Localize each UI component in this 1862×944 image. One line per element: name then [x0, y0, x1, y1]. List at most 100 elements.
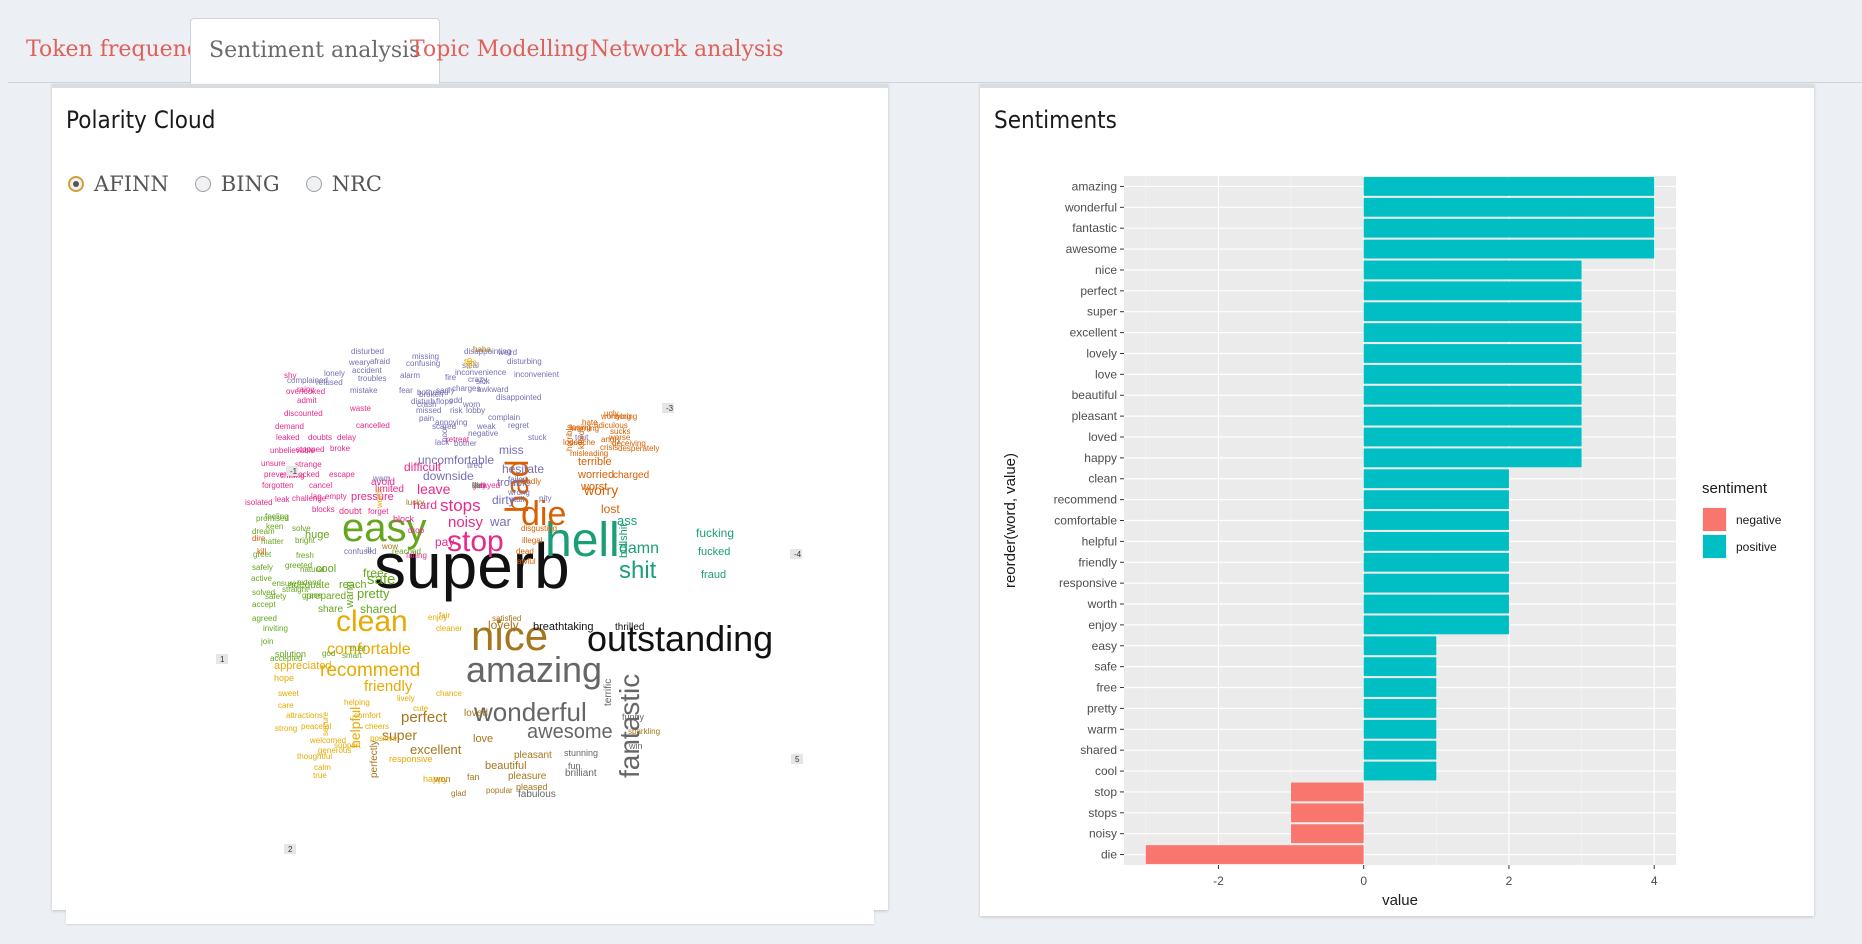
cloud-word: free	[363, 566, 384, 580]
cloud-word: hesitate	[502, 462, 544, 476]
cloud-word: miss	[499, 443, 524, 457]
y-tick-label: excellent	[1070, 326, 1118, 340]
cloud-word: blocks	[312, 505, 335, 514]
cloud-word: worrying	[600, 412, 631, 421]
bar	[1363, 239, 1655, 259]
cloud-word: cancelled	[356, 421, 390, 430]
cloud-word: win	[628, 741, 643, 751]
y-tick-label: warm	[1087, 722, 1117, 736]
cloud-word: worn	[462, 400, 480, 409]
y-tick-label: responsive	[1059, 576, 1117, 590]
cloud-word: fear	[399, 386, 413, 395]
cloud-word: loved	[464, 708, 488, 719]
y-tick-label: beautiful	[1072, 388, 1117, 402]
bar	[1363, 490, 1509, 510]
cloud-word: difficult	[404, 460, 442, 474]
cloud-word: charged	[613, 470, 649, 481]
tab-network-analysis[interactable]: Network analysis	[572, 18, 802, 82]
cloud-word: cancel	[309, 481, 332, 490]
bar	[1363, 406, 1582, 426]
cloud-word: fucked	[698, 546, 730, 558]
cloud-word: dire	[252, 534, 266, 543]
y-tick-label: stop	[1094, 785, 1117, 799]
y-tick-label: fantastic	[1072, 221, 1117, 235]
cloud-word: accident	[352, 366, 383, 375]
cloud-word: fire	[445, 373, 457, 382]
cloud-word: leaked	[276, 433, 300, 442]
cloud-word: thrilled	[615, 622, 644, 633]
panel-shadow-strip	[66, 906, 874, 924]
cloud-word: noisy	[448, 514, 484, 531]
cloud-word: horrible	[565, 424, 574, 451]
y-tick-label: shared	[1080, 743, 1117, 757]
cloud-word: broke	[330, 444, 351, 453]
cloud-word: confused	[344, 547, 376, 556]
cloud-word: cute	[413, 704, 429, 713]
cloud-word: pay	[435, 535, 454, 549]
cloud-word: pleased	[516, 782, 548, 792]
cloud-word: dead	[516, 547, 534, 556]
cloud-word: disturbing	[507, 357, 542, 366]
cloud-word: haha	[473, 345, 491, 354]
cloud-word: pain	[419, 414, 434, 423]
cloud-word: accept	[252, 600, 276, 609]
cloud-word: glad	[451, 789, 466, 798]
cloud-word: solve	[292, 524, 311, 533]
bar	[1363, 281, 1582, 301]
y-tick-label: stops	[1088, 806, 1117, 820]
bar	[1363, 260, 1582, 280]
cloud-word: stops	[440, 496, 481, 515]
bar	[1363, 511, 1509, 530]
cloud-word: lively	[397, 694, 415, 703]
cloud-word: forgotten	[262, 481, 294, 490]
cloud-word: cleaner	[436, 624, 463, 633]
legend-swatch	[1703, 535, 1726, 558]
bar	[1363, 615, 1509, 635]
cloud-word: discounted	[284, 409, 323, 418]
y-tick-label: perfect	[1080, 284, 1117, 298]
cloud-marker: 1	[220, 655, 225, 664]
cloud-word: delay	[337, 433, 356, 442]
cloud-word: badly	[522, 477, 541, 486]
x-tick-label: 0	[1360, 874, 1367, 888]
cloud-word: inviting	[263, 624, 288, 633]
cloud-word: doubts	[308, 433, 332, 442]
cloud-word: care	[278, 701, 294, 710]
bar	[1363, 636, 1437, 656]
cloud-word: grace	[302, 591, 323, 600]
cloud-word: fine	[464, 358, 477, 367]
cloud-word: comfort	[354, 711, 381, 720]
y-tick-label: pretty	[1087, 701, 1117, 715]
cloud-word: killed	[577, 431, 586, 449]
bar	[1363, 197, 1655, 217]
cloud-word: crash	[417, 400, 437, 409]
y-tick-label: cool	[1095, 764, 1117, 778]
x-tick-label: 4	[1651, 874, 1658, 888]
cloud-word: stall	[510, 495, 524, 504]
cloud-word: positive	[370, 734, 398, 743]
cloud-word: safely	[252, 563, 273, 572]
cloud-word: kill	[257, 547, 267, 556]
cloud-marker: 5	[795, 755, 800, 764]
cloud-word: drop	[408, 526, 425, 535]
cloud-word: regret	[508, 421, 530, 430]
sentiment-bar-chart: amazing wonderful fantastic awesome nice perf…	[1002, 176, 1782, 909]
x-axis-title: value	[1382, 892, 1418, 909]
bar	[1145, 845, 1364, 864]
cloud-word: war	[489, 514, 512, 529]
bar	[1363, 448, 1582, 468]
cloud-word: doubt	[339, 506, 362, 516]
cloud-word: demand	[275, 422, 304, 431]
bar	[1363, 594, 1509, 614]
cloud-word: no	[472, 481, 481, 490]
cloud-word: agreed	[252, 614, 277, 623]
bar	[1363, 364, 1582, 384]
cloud-word: lost	[601, 502, 620, 516]
cloud-word: empty	[325, 492, 347, 501]
cloud-word: funny	[622, 712, 645, 722]
cloud-word: amazing	[466, 649, 602, 690]
cloud-word: risk	[450, 406, 463, 415]
cloud-word: fun	[568, 761, 581, 771]
cloud-word: active	[251, 574, 272, 583]
y-tick-label: friendly	[1078, 555, 1117, 569]
